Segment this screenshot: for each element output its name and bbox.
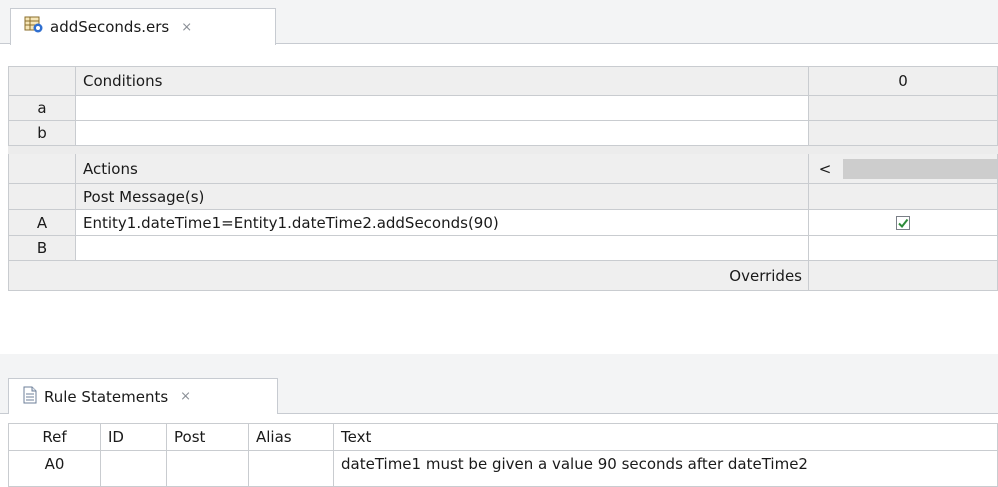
- overrides-label: Overrides: [8, 261, 809, 291]
- column-header-text[interactable]: Text: [334, 423, 998, 451]
- decision-table: Conditions 0 a b Actions < Post Message(…: [8, 66, 998, 347]
- editor-tab-label: addSeconds.ers: [50, 18, 170, 36]
- overrides-cell[interactable]: [809, 261, 998, 291]
- column-header-id[interactable]: ID: [101, 423, 167, 451]
- checkmark-icon: [898, 218, 909, 228]
- action-row-label[interactable]: B: [8, 236, 76, 261]
- action-row-label[interactable]: A: [8, 210, 76, 236]
- column-header-post[interactable]: Post: [167, 423, 249, 451]
- row-label-empty: [8, 184, 76, 210]
- close-icon[interactable]: ⨯: [181, 20, 192, 35]
- rulesheet-icon: [24, 16, 44, 38]
- editor-tab-addseconds[interactable]: addSeconds.ers ⨯: [10, 8, 276, 45]
- corner-cell: [8, 154, 76, 184]
- conditions-header: Conditions: [76, 66, 809, 96]
- column-header-ref[interactable]: Ref: [8, 423, 101, 451]
- rule-statements-tab[interactable]: Rule Statements ⨯: [8, 378, 278, 414]
- rule-statements-tab-label: Rule Statements: [44, 387, 169, 406]
- rule-column-header[interactable]: 0: [809, 66, 998, 96]
- column-header-alias[interactable]: Alias: [249, 423, 334, 451]
- condition-row-label[interactable]: a: [8, 96, 76, 121]
- condition-value-cell[interactable]: [809, 96, 998, 121]
- condition-row-label[interactable]: b: [8, 121, 76, 146]
- statement-alias-cell[interactable]: [249, 451, 334, 487]
- action-expression-cell[interactable]: Entity1.dateTime1=Entity1.dateTime2.addS…: [76, 210, 809, 236]
- post-messages-label[interactable]: Post Message(s): [76, 184, 809, 210]
- scrollbar-thumb[interactable]: [843, 158, 997, 179]
- statement-post-cell[interactable]: [167, 451, 249, 487]
- post-message-cell[interactable]: [809, 184, 998, 210]
- statement-ref-cell[interactable]: A0: [8, 451, 101, 487]
- action-expression-cell[interactable]: [76, 236, 809, 261]
- statement-id-cell[interactable]: [101, 451, 167, 487]
- rule-statements-table: Ref ID Post Alias Text A0 dateTime1 must…: [8, 423, 998, 487]
- action-value-cell[interactable]: [809, 236, 998, 261]
- actions-header: Actions: [76, 154, 809, 184]
- document-icon: [22, 386, 38, 408]
- horizontal-scrollbar[interactable]: <: [809, 154, 998, 184]
- action-checkbox[interactable]: [896, 215, 910, 230]
- close-icon[interactable]: ⨯: [180, 389, 191, 404]
- scroll-left-button[interactable]: <: [813, 160, 837, 178]
- condition-expression-cell[interactable]: [76, 121, 809, 146]
- statement-text-cell[interactable]: dateTime1 must be given a value 90 secon…: [334, 451, 998, 487]
- action-value-cell[interactable]: [809, 210, 998, 236]
- condition-expression-cell[interactable]: [76, 96, 809, 121]
- corner-cell: [8, 66, 76, 96]
- condition-value-cell[interactable]: [809, 121, 998, 146]
